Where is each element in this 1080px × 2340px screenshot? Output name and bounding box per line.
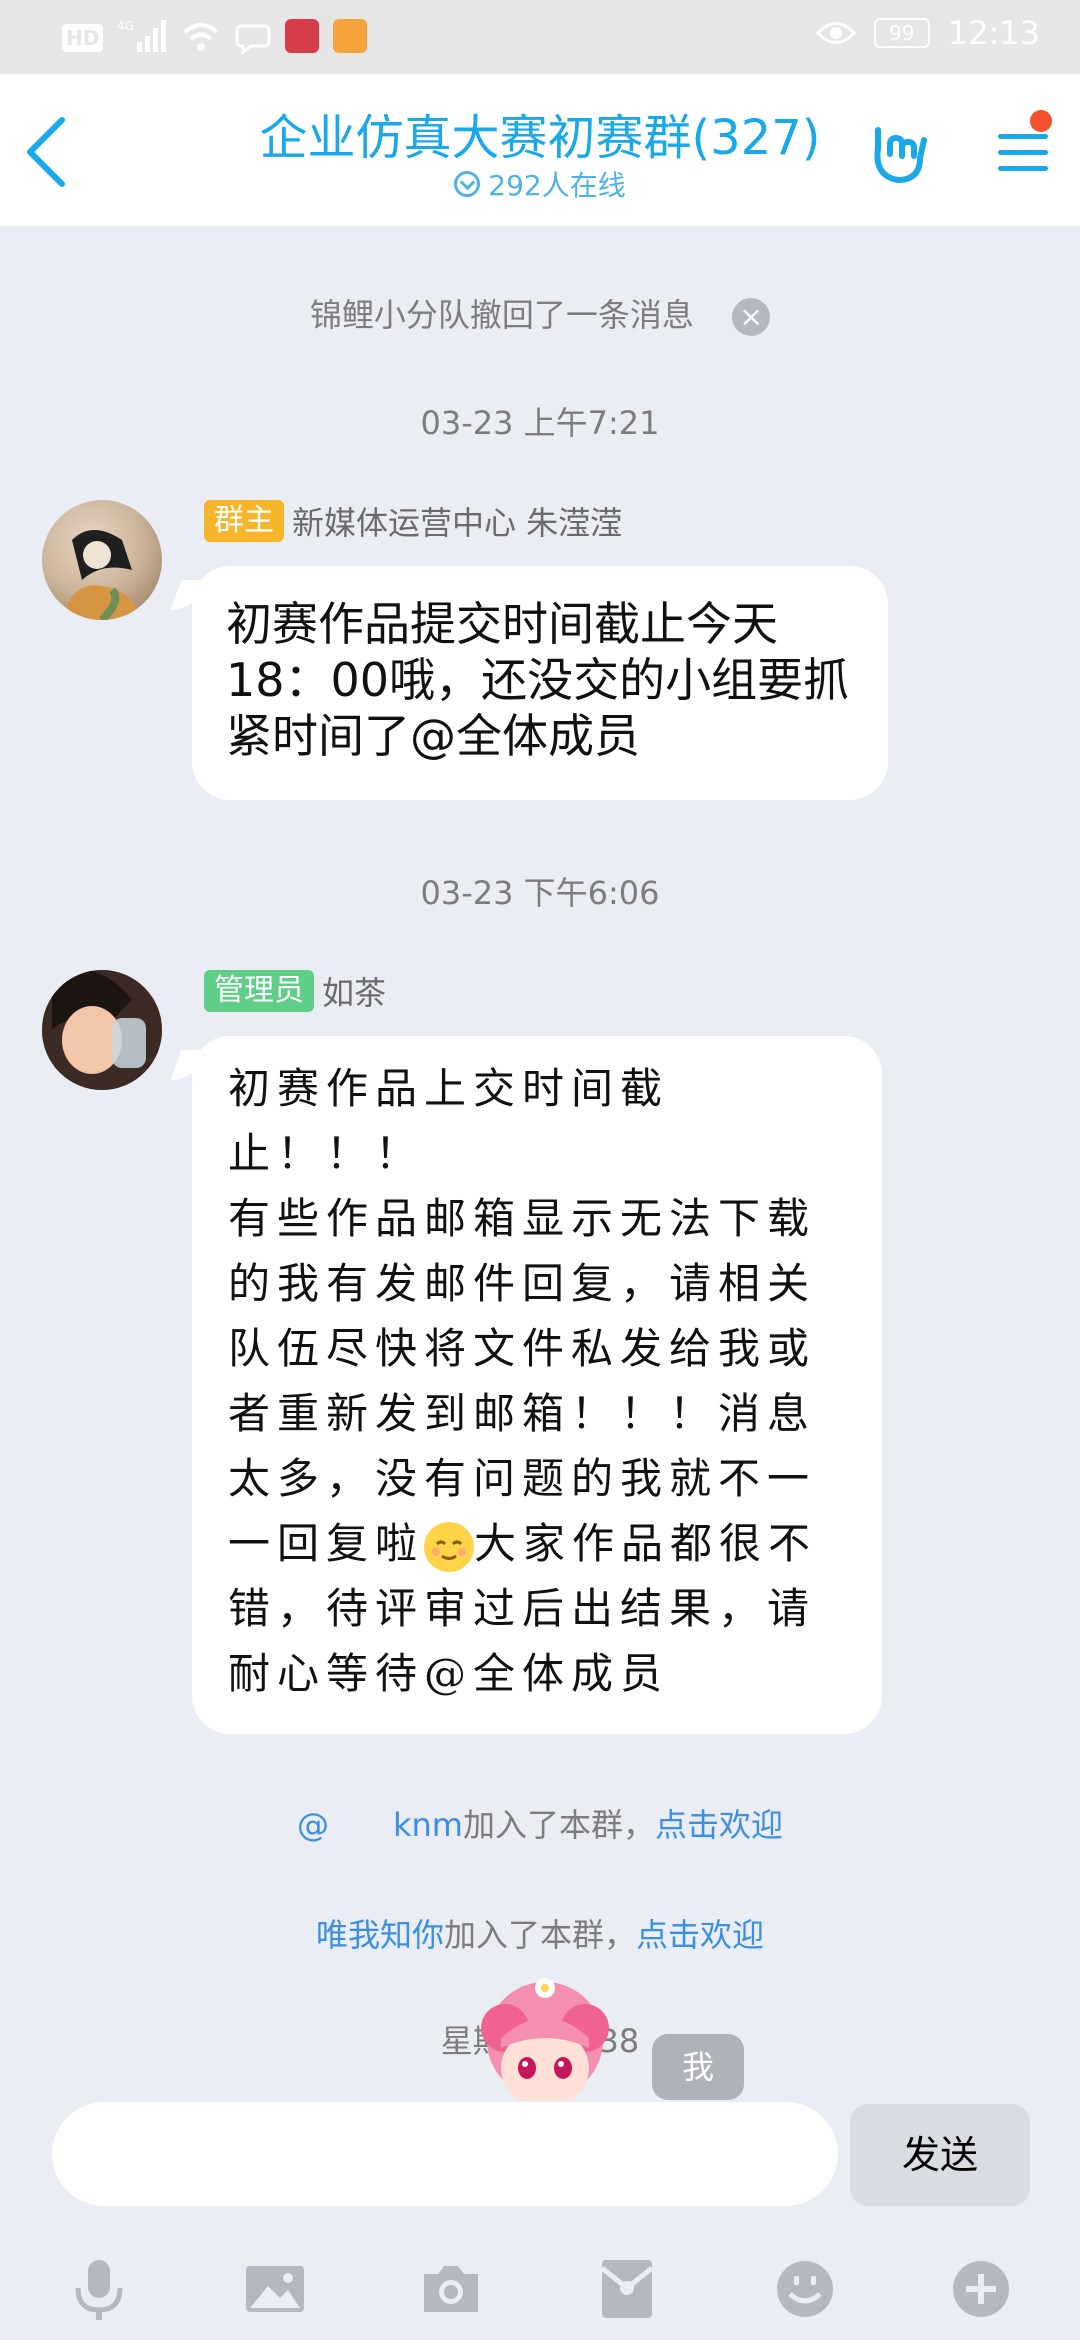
- emoji-icon[interactable]: [770, 2254, 840, 2324]
- svg-text:4G: 4G: [117, 19, 134, 33]
- camera-icon[interactable]: [416, 2254, 486, 2324]
- message-text: 初赛作品提交时间截止今天18：00哦，还没交的小组要抓紧时间了@全体成员: [226, 597, 850, 763]
- menu-icon-line-2: [998, 150, 1048, 155]
- online-count-text: 292人在线: [488, 169, 626, 202]
- input-toolbar: [0, 2240, 1080, 2340]
- send-button[interactable]: 发送: [850, 2104, 1030, 2206]
- avatar[interactable]: [42, 500, 162, 620]
- join-text: 加入了本群，: [443, 1916, 636, 1954]
- timestamp: 03-23 上午7:21: [420, 404, 660, 442]
- message-bubble[interactable]: 初赛作品提交时间截止今天18：00哦，还没交的小组要抓紧时间了@全体成员: [192, 566, 888, 800]
- image-icon[interactable]: [240, 2254, 310, 2324]
- plus-icon[interactable]: [946, 2254, 1016, 2324]
- welcome-link[interactable]: 点击欢迎: [636, 1916, 764, 1954]
- battery-icon: 99: [873, 18, 930, 48]
- orange-app-icon: [333, 19, 368, 53]
- avatar-image: [62, 530, 142, 620]
- me-badge: 我: [652, 2034, 744, 2100]
- hand-gesture-icon: [874, 127, 927, 183]
- hand-gesture-button[interactable]: [864, 114, 934, 190]
- join-text: 加入了本群，: [462, 1806, 655, 1844]
- menu-icon-line-3: [998, 166, 1048, 171]
- join-notice: 唯我知你加入了本群，点击欢迎: [0, 1910, 1080, 1956]
- notification-dot: [1030, 110, 1052, 132]
- status-bar-left: HD 4G: [62, 18, 368, 54]
- chat-bubble-icon: [235, 24, 271, 54]
- online-check-icon: [454, 171, 481, 197]
- join-notice: @ knm加入了本群，点击欢迎: [0, 1800, 1080, 1846]
- timestamp: 03-23 下午6:06: [420, 874, 660, 912]
- red-packet-icon[interactable]: [592, 2254, 662, 2324]
- eye-icon: [815, 22, 856, 44]
- avatar-image: [42, 970, 162, 1090]
- chat-header: 企业仿真大赛初赛群(327) 292人在线: [0, 74, 1080, 226]
- anime-girl-sticker[interactable]: [475, 1968, 615, 2108]
- wifi-icon: [184, 23, 219, 51]
- join-member-name[interactable]: @ knm: [297, 1806, 463, 1844]
- menu-icon-line-1: [998, 134, 1048, 139]
- status-bar: HD 4G 99 12:13: [0, 0, 1080, 74]
- sender-name[interactable]: 新媒体运营中心 朱滢滢: [292, 498, 622, 544]
- join-member-name[interactable]: 唯我知你: [316, 1916, 444, 1954]
- message-input[interactable]: [52, 2102, 838, 2206]
- message-bubble[interactable]: 初赛作品上交时间截止！！！ 有些作品邮箱显示无法下载的我有发邮件回复，请相关队伍…: [192, 1036, 882, 1734]
- red-app-icon: [285, 19, 320, 53]
- sender-name[interactable]: 如茶: [322, 968, 386, 1014]
- signal-icon: 4G: [117, 19, 167, 52]
- recall-notice: 锦鲤小分队撤回了一条消息 ×: [0, 290, 1080, 336]
- sender-info: 群主 新媒体运营中心 朱滢滢: [204, 498, 622, 544]
- message-text: 初赛作品上交时间截止！！！ 有些作品邮箱显示无法下载的我有发邮件回复，请相关队伍…: [228, 1064, 817, 1568]
- admin-badge: 管理员: [204, 970, 314, 1012]
- avatar[interactable]: [42, 970, 162, 1090]
- smile-emoji-icon: [424, 1522, 475, 1572]
- sender-info: 管理员 如茶: [204, 968, 386, 1014]
- menu-button[interactable]: [990, 110, 1056, 190]
- close-icon[interactable]: ×: [732, 298, 771, 336]
- welcome-link[interactable]: 点击欢迎: [655, 1806, 783, 1844]
- status-bar-right: 99 12:13: [815, 14, 1040, 52]
- clock: 12:13: [947, 14, 1040, 52]
- recall-text: 锦鲤小分队撤回了一条消息: [309, 296, 694, 334]
- owner-badge: 群主: [204, 500, 284, 542]
- hd-icon: HD: [62, 24, 104, 52]
- microphone-icon[interactable]: [64, 2254, 134, 2324]
